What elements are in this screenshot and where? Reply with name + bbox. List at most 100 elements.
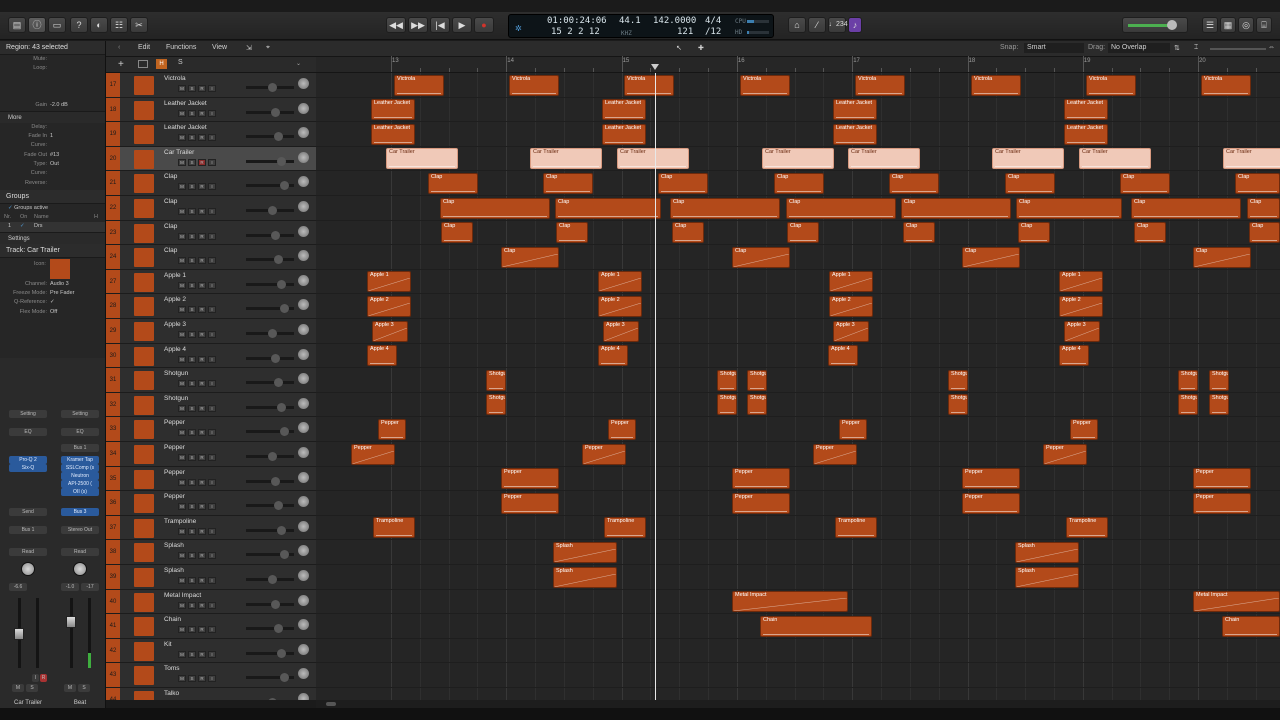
lcd-display[interactable]: ✲ 01:00:24:06 15 2 2 12 44.1 KHZ 142.000… xyxy=(508,14,774,38)
track-mute-button[interactable]: M xyxy=(178,109,186,117)
track-volume-slider[interactable] xyxy=(246,329,294,338)
inspector-row[interactable]: Loop: xyxy=(0,64,105,73)
audio-region[interactable]: Splash xyxy=(1015,566,1079,588)
track-record-button[interactable]: R xyxy=(198,158,206,166)
master-volume-knob[interactable] xyxy=(1167,20,1177,30)
track-record-button[interactable]: R xyxy=(198,281,206,289)
track-lane[interactable] xyxy=(316,393,1280,418)
add-track-icon[interactable]: + xyxy=(118,59,124,70)
audio-region[interactable]: Pepper xyxy=(608,418,636,440)
track-name[interactable]: Apple 3 xyxy=(164,321,186,328)
audio-region[interactable]: Clap xyxy=(1193,246,1251,268)
track-pan-knob[interactable] xyxy=(298,373,309,385)
audio-region[interactable]: Car Trailer xyxy=(762,148,834,170)
volume-knob[interactable] xyxy=(277,648,286,658)
audio-region[interactable]: Apple 4 xyxy=(367,345,397,367)
fader-cap[interactable] xyxy=(66,616,76,628)
track-pan-knob[interactable] xyxy=(298,201,309,212)
track-volume-slider[interactable] xyxy=(246,230,294,240)
audio-region[interactable]: Clap xyxy=(1016,197,1122,219)
audio-region[interactable]: Clap xyxy=(543,172,593,194)
track-volume-slider[interactable] xyxy=(246,156,294,166)
audio-region[interactable]: Shotgun xyxy=(1178,369,1198,391)
track-pan-knob[interactable] xyxy=(298,693,309,700)
solo-button[interactable]: S xyxy=(178,59,183,66)
inspector-row[interactable]: Freeze Mode: Pre Fader xyxy=(0,289,105,298)
track-mute-button[interactable]: M xyxy=(178,232,186,240)
audio-region[interactable]: Clap xyxy=(501,246,559,268)
audio-region[interactable]: Victrola xyxy=(509,74,559,96)
track-record-button[interactable]: R xyxy=(198,257,206,265)
audio-region[interactable]: Shotgun xyxy=(717,394,737,416)
track-mute-button[interactable]: M xyxy=(178,158,186,166)
track-pan-knob[interactable] xyxy=(298,545,309,557)
filter-icon[interactable]: ⌖ xyxy=(266,44,270,52)
track-record-button[interactable]: R xyxy=(198,355,206,363)
track-volume-slider[interactable] xyxy=(246,452,294,461)
track-record-button[interactable]: R xyxy=(198,601,206,609)
audio-region[interactable]: Shotgun xyxy=(486,394,506,416)
track-pan-knob[interactable] xyxy=(298,619,309,631)
more-section[interactable]: More xyxy=(0,110,105,123)
audio-region[interactable]: Chain xyxy=(760,615,872,637)
track-pan-knob[interactable] xyxy=(298,250,309,262)
track-input-button[interactable]: I xyxy=(208,478,216,486)
audio-region[interactable]: Clap xyxy=(1134,222,1166,244)
track-solo-button[interactable]: S xyxy=(188,380,196,388)
channel-slot[interactable]: Bus 1 xyxy=(9,526,47,534)
audio-region[interactable]: Shotgun xyxy=(1209,369,1229,391)
audio-region[interactable]: Clap xyxy=(1235,172,1280,194)
track-input-button[interactable]: I xyxy=(208,281,216,289)
volume-knob[interactable] xyxy=(277,525,286,535)
audio-region[interactable]: Apple 3 xyxy=(603,320,639,342)
track-solo-button[interactable]: S xyxy=(188,454,196,461)
track-name[interactable]: Victrola xyxy=(164,75,186,82)
audio-region[interactable]: Car Trailer xyxy=(386,148,458,170)
track-volume-slider[interactable] xyxy=(246,206,294,215)
track-mute-button[interactable]: M xyxy=(178,355,186,363)
audio-region[interactable]: Pepper xyxy=(962,468,1020,490)
track-solo-button[interactable]: S xyxy=(188,355,196,363)
volume-knob[interactable] xyxy=(280,304,289,314)
strip-name[interactable]: Beat xyxy=(58,700,102,706)
track-input-button[interactable]: I xyxy=(208,85,216,92)
bar-ruler[interactable]: 13 14 15 16 17 18 19 20 xyxy=(316,56,1280,73)
audio-region[interactable]: Car Trailer xyxy=(1079,148,1151,170)
audio-region[interactable]: Apple 4 xyxy=(1059,345,1089,367)
track-input-button[interactable]: I xyxy=(208,158,216,166)
track-volume-slider[interactable] xyxy=(246,279,294,289)
track-lane[interactable] xyxy=(316,516,1280,541)
track-pan-knob[interactable] xyxy=(298,127,309,139)
track-solo-button[interactable]: S xyxy=(188,232,196,240)
track-mute-button[interactable]: M xyxy=(178,626,186,634)
track-input-button[interactable]: I xyxy=(208,650,216,658)
track-header[interactable]: 21 Clap M S R I xyxy=(106,171,316,196)
track-record-button[interactable]: R xyxy=(198,675,206,683)
audio-region[interactable]: Victrola xyxy=(624,74,674,96)
track-pan-knob[interactable] xyxy=(298,176,309,188)
editors-icon[interactable]: ✂ xyxy=(130,17,148,33)
track-input-button[interactable]: I xyxy=(208,355,216,363)
track-solo-button[interactable]: S xyxy=(188,331,196,338)
audio-region[interactable]: Car Trailer xyxy=(992,148,1064,170)
track-input-button[interactable]: I xyxy=(208,331,216,338)
volume-knob[interactable] xyxy=(274,624,283,634)
track-solo-button[interactable]: S xyxy=(188,429,196,437)
audio-region[interactable]: Clap xyxy=(903,222,935,244)
audio-region[interactable]: Clap xyxy=(672,222,704,244)
track-pan-knob[interactable] xyxy=(298,299,309,311)
functions-menu[interactable]: Functions xyxy=(166,44,196,51)
track-record-button[interactable]: R xyxy=(198,527,206,535)
count-in-button[interactable]: ♩234 xyxy=(828,17,848,33)
volume-knob[interactable] xyxy=(268,329,277,338)
track-record-button[interactable]: R xyxy=(198,306,206,314)
track-mute-button[interactable]: M xyxy=(178,675,186,683)
track-volume-slider[interactable] xyxy=(246,83,294,92)
track-mute-button[interactable]: M xyxy=(178,208,186,215)
audio-region[interactable]: Clap xyxy=(732,246,790,268)
track-header[interactable]: 39 Splash M S R I xyxy=(106,565,316,590)
track-name[interactable]: Pepper xyxy=(164,419,185,426)
track-name[interactable]: Chain xyxy=(164,616,181,623)
playhead[interactable] xyxy=(655,73,656,700)
track-mute-button[interactable]: M xyxy=(178,183,186,191)
